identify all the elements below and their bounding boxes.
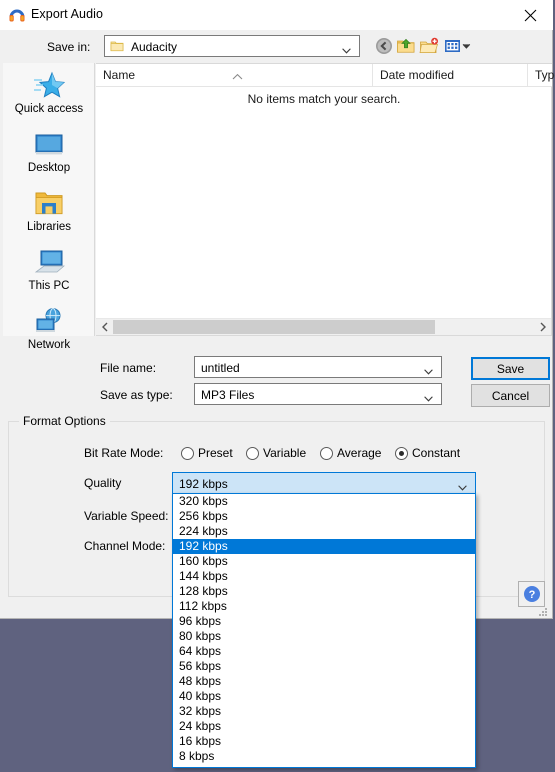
chevron-down-icon[interactable] — [424, 364, 433, 375]
monitor-icon — [3, 126, 95, 160]
save-as-type-label: Save as type: — [100, 388, 173, 402]
column-header-type[interactable]: Type — [528, 64, 555, 86]
radio-icon — [320, 446, 333, 460]
quality-option[interactable]: 16 kbps — [173, 734, 475, 749]
quality-label: Quality — [84, 476, 122, 490]
svg-text:?: ? — [528, 589, 535, 601]
file-name-input[interactable]: untitled — [194, 356, 442, 378]
places-bar: Quick access Desktop Libraries This PC N… — [3, 63, 95, 351]
folder-icon — [110, 39, 124, 53]
sidebar-item-label: Network — [27, 339, 71, 351]
quality-option[interactable]: 128 kbps — [173, 584, 475, 599]
chevron-down-icon[interactable] — [424, 391, 433, 402]
file-list-header: Name Date modified Type — [96, 64, 555, 87]
radio-icon — [395, 446, 408, 460]
save-as-type-combo[interactable]: MP3 Files — [194, 383, 442, 405]
sidebar-item-label: Desktop — [27, 162, 71, 174]
up-one-level-button[interactable] — [396, 36, 418, 56]
quality-option[interactable]: 40 kbps — [173, 689, 475, 704]
quality-option[interactable]: 64 kbps — [173, 644, 475, 659]
horizontal-scrollbar[interactable] — [96, 318, 551, 335]
quality-option[interactable]: 320 kbps — [173, 494, 475, 509]
quality-option[interactable]: 48 kbps — [173, 674, 475, 689]
format-options-legend: Format Options — [19, 414, 110, 428]
chevron-down-icon[interactable] — [458, 480, 467, 491]
folder-icon — [3, 185, 95, 219]
radio-icon — [246, 446, 259, 460]
star-icon — [3, 67, 95, 101]
radio-average[interactable]: Average — [320, 445, 381, 461]
file-list[interactable]: Name Date modified Type No items match y… — [96, 63, 555, 336]
scrollbar-thumb[interactable] — [113, 320, 435, 334]
column-header-label: Type — [535, 68, 555, 82]
quality-option[interactable]: 24 kbps — [173, 719, 475, 734]
sort-ascending-icon — [232, 66, 243, 86]
channel-mode-label: Channel Mode: — [84, 539, 166, 553]
column-header-label: Date modified — [380, 68, 455, 82]
column-header-label: Name — [103, 68, 136, 82]
title-bar: Export Audio — [0, 0, 553, 30]
cancel-button[interactable]: Cancel — [471, 384, 550, 407]
variable-speed-label: Variable Speed: — [84, 509, 169, 523]
column-header-name[interactable]: Name — [96, 64, 373, 86]
quality-option[interactable]: 256 kbps — [173, 509, 475, 524]
sidebar-item-libraries[interactable]: Libraries — [3, 185, 95, 240]
new-folder-button[interactable] — [419, 36, 441, 56]
quality-dropdown-list[interactable]: 320 kbps 256 kbps 224 kbps 192 kbps 160 kbps… — [172, 493, 476, 768]
save-in-combo[interactable]: Audacity — [104, 35, 360, 57]
help-button[interactable]: ? — [518, 581, 545, 607]
quality-option[interactable]: 96 kbps — [173, 614, 475, 629]
quality-option[interactable]: 8 kbps — [173, 749, 475, 764]
sidebar-item-network[interactable]: Network — [3, 303, 95, 358]
computer-icon — [3, 244, 95, 278]
sidebar-item-label: Quick access — [14, 103, 84, 115]
bit-rate-mode-label: Bit Rate Mode: — [84, 446, 164, 460]
save-in-value: Audacity — [131, 40, 178, 54]
radio-label: Preset — [198, 446, 233, 460]
audacity-headphones-icon — [8, 6, 26, 24]
quality-option[interactable]: 160 kbps — [173, 554, 475, 569]
sidebar-item-label: This PC — [28, 280, 70, 292]
save-as-type-value: MP3 Files — [201, 388, 255, 402]
column-header-date-modified[interactable]: Date modified — [373, 64, 528, 86]
views-button[interactable] — [444, 36, 474, 56]
network-globe-icon — [3, 303, 95, 337]
empty-state-message: No items match your search. — [247, 92, 401, 106]
radio-label: Constant — [412, 446, 461, 460]
quality-option[interactable]: 224 kbps — [173, 524, 475, 539]
close-icon[interactable] — [507, 0, 553, 30]
save-button[interactable]: Save — [471, 357, 550, 380]
quality-option[interactable]: 80 kbps — [173, 629, 475, 644]
quality-option[interactable]: 56 kbps — [173, 659, 475, 674]
quality-option[interactable]: 32 kbps — [173, 704, 475, 719]
scroll-right-icon[interactable] — [534, 319, 551, 335]
radio-label: Average — [337, 446, 382, 460]
sidebar-item-quick-access[interactable]: Quick access — [3, 67, 95, 122]
file-name-value: untitled — [201, 361, 240, 375]
scroll-left-icon[interactable] — [96, 319, 113, 335]
quality-option[interactable]: 144 kbps — [173, 569, 475, 584]
sidebar-item-label: Libraries — [26, 221, 72, 233]
sidebar-item-desktop[interactable]: Desktop — [3, 126, 95, 181]
save-in-label: Save in: — [47, 40, 91, 54]
quality-combo[interactable]: 192 kbps — [172, 472, 476, 494]
window-title: Export Audio — [31, 7, 104, 21]
file-name-label: File name: — [100, 361, 157, 375]
radio-icon — [181, 446, 194, 460]
sidebar-item-this-pc[interactable]: This PC — [3, 244, 95, 299]
chevron-down-icon — [342, 43, 351, 54]
resize-grip[interactable] — [538, 606, 548, 616]
quality-option[interactable]: 192 kbps — [173, 539, 475, 554]
radio-constant[interactable]: Constant — [395, 445, 460, 461]
radio-variable[interactable]: Variable — [246, 445, 306, 461]
quality-value: 192 kbps — [179, 477, 228, 491]
quality-option[interactable]: 112 kbps — [173, 599, 475, 614]
radio-label: Variable — [263, 446, 307, 460]
back-button[interactable] — [374, 36, 396, 56]
radio-preset[interactable]: Preset — [181, 445, 233, 461]
